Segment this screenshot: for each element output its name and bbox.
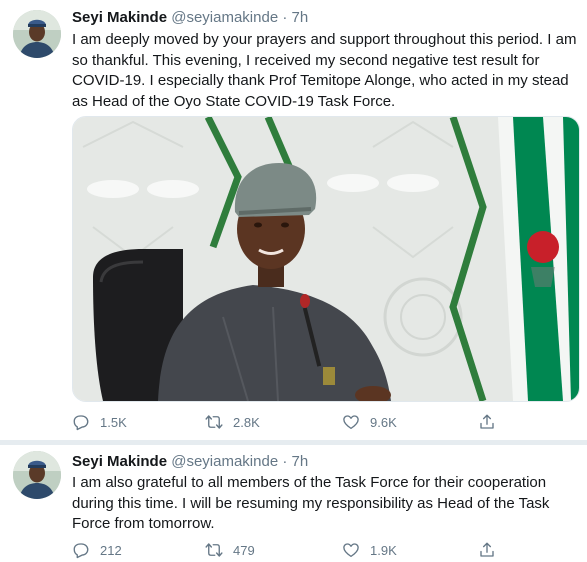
retweet-icon (205, 415, 223, 429)
author-handle[interactable]: @seyiamakinde (171, 453, 278, 470)
like-button[interactable]: 1.9K (342, 539, 397, 561)
author-avatar[interactable] (13, 451, 61, 499)
author-handle[interactable]: @seyiamakinde (171, 9, 278, 26)
retweet-button[interactable]: 479 (205, 539, 255, 561)
author-name[interactable]: Seyi Makinde (72, 453, 167, 470)
reply-button[interactable]: 212 (72, 539, 122, 561)
reply-icon (73, 415, 89, 431)
retweet-count: 479 (233, 542, 255, 558)
tweet-time[interactable]: 7h (292, 9, 309, 26)
tweet-header: Seyi Makinde @seyiamakinde · 7h (72, 8, 308, 28)
tweet-text: I am also grateful to all members of the… (72, 474, 550, 532)
retweet-icon (205, 543, 223, 557)
retweet-count: 2.8K (233, 414, 260, 430)
tweet-1[interactable]: Seyi Makinde @seyiamakinde · 7h I am dee… (0, 0, 587, 440)
like-count: 1.9K (370, 542, 397, 558)
share-icon (480, 542, 494, 557)
tweet-photo[interactable] (72, 116, 580, 402)
tweet-text: I am deeply moved by your prayers and su… (72, 31, 577, 110)
share-button[interactable] (478, 411, 506, 433)
tweet-2[interactable]: Seyi Makinde @seyiamakinde · 7h I am als… (0, 445, 587, 562)
author-name[interactable]: Seyi Makinde (72, 9, 167, 26)
dot-separator: · (282, 453, 288, 470)
tweet-actions: 212 479 1.9K (72, 539, 512, 561)
share-button[interactable] (478, 539, 506, 561)
heart-icon (343, 543, 359, 558)
like-button[interactable]: 9.6K (342, 411, 397, 433)
reply-count: 212 (100, 542, 122, 558)
tweet-actions: 1.5K 2.8K 9.6K (72, 411, 512, 433)
dot-separator: · (282, 9, 288, 26)
author-avatar[interactable] (13, 10, 61, 58)
retweet-button[interactable]: 2.8K (205, 411, 260, 433)
share-icon (480, 414, 494, 429)
tweet-time[interactable]: 7h (292, 453, 309, 470)
like-count: 9.6K (370, 414, 397, 430)
tweet-header: Seyi Makinde @seyiamakinde · 7h (72, 452, 308, 472)
reply-button[interactable]: 1.5K (72, 411, 127, 433)
heart-icon (343, 415, 359, 430)
reply-icon (73, 543, 89, 559)
reply-count: 1.5K (100, 414, 127, 430)
